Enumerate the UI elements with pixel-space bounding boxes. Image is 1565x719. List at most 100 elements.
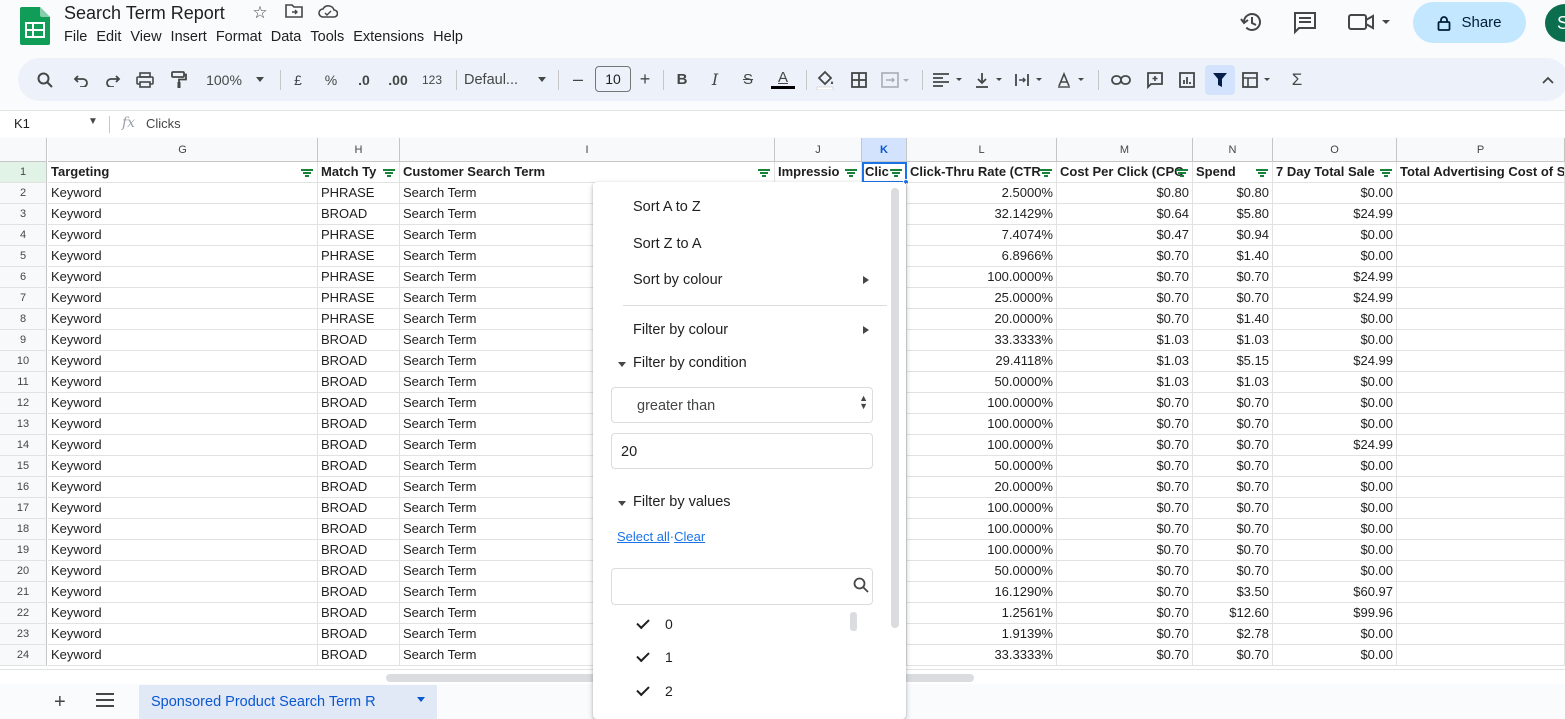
zoom-value[interactable]: 100%	[200, 58, 248, 101]
table-cell[interactable]: $24.99	[1273, 288, 1397, 309]
row-header[interactable]: 21	[0, 582, 47, 603]
column-header-j[interactable]: J	[775, 138, 862, 162]
paint-format-icon[interactable]	[166, 58, 192, 101]
table-cell[interactable]: BROAD	[318, 561, 400, 582]
star-icon[interactable]: ☆	[248, 3, 272, 23]
table-cell[interactable]: 100.0000%	[907, 519, 1057, 540]
table-cell[interactable]: $1.03	[1057, 351, 1193, 372]
table-cell[interactable]	[1397, 477, 1565, 498]
table-cell[interactable]: Keyword	[48, 414, 318, 435]
comments-icon[interactable]	[1291, 8, 1319, 36]
filter-icon[interactable]	[757, 167, 771, 179]
font-family-select[interactable]: Defaul...	[464, 58, 532, 101]
table-cell[interactable]: $0.64	[1057, 204, 1193, 225]
table-cell[interactable]: $3.50	[1193, 582, 1273, 603]
values-search-input[interactable]	[611, 568, 873, 605]
row-header[interactable]: 15	[0, 456, 47, 477]
collapse-condition-icon[interactable]	[618, 362, 626, 367]
functions-button[interactable]: Σ	[1284, 58, 1310, 101]
table-cell[interactable]: $0.70	[1057, 519, 1193, 540]
filter-by-condition[interactable]: Filter by condition	[633, 355, 747, 371]
select-all-link[interactable]: Select all	[617, 529, 670, 544]
table-cell[interactable]	[1397, 183, 1565, 204]
table-cell[interactable]: BROAD	[318, 519, 400, 540]
formula-input[interactable]: Clicks	[146, 116, 181, 131]
table-cell[interactable]: Keyword	[48, 561, 318, 582]
table-cell[interactable]: $0.70	[1193, 498, 1273, 519]
font-dropdown-icon[interactable]	[536, 58, 548, 101]
table-cell[interactable]	[1397, 267, 1565, 288]
table-cell[interactable]	[1397, 624, 1565, 645]
fill-color-icon[interactable]	[812, 58, 838, 101]
table-cell[interactable]: 100.0000%	[907, 435, 1057, 456]
column-header-h[interactable]: H	[318, 138, 400, 162]
table-cell[interactable]: PHRASE	[318, 225, 400, 246]
table-cell[interactable]	[1397, 225, 1565, 246]
add-sheet-button[interactable]: +	[54, 691, 66, 714]
table-cell[interactable]	[1397, 645, 1565, 666]
table-cell[interactable]: BROAD	[318, 603, 400, 624]
table-cell[interactable]: $0.47	[1057, 225, 1193, 246]
table-cell[interactable]: Keyword	[48, 288, 318, 309]
column-header-p[interactable]: P	[1397, 138, 1565, 162]
table-cell[interactable]: $0.70	[1193, 645, 1273, 666]
merge-cells-icon[interactable]	[878, 58, 914, 101]
row-header[interactable]: 2	[0, 183, 47, 204]
share-button[interactable]: Share	[1413, 2, 1526, 43]
collapse-toolbar-icon[interactable]	[1538, 58, 1558, 101]
row-header[interactable]: 23	[0, 624, 47, 645]
table-cell[interactable]: PHRASE	[318, 288, 400, 309]
table-cell[interactable]: BROAD	[318, 435, 400, 456]
name-box-dropdown-icon[interactable]: ▼	[88, 116, 98, 127]
table-cell[interactable]: $1.40	[1193, 246, 1273, 267]
print-icon[interactable]	[132, 58, 158, 101]
table-cell[interactable]	[1397, 414, 1565, 435]
zoom-dropdown-icon[interactable]	[254, 58, 266, 101]
collapse-values-icon[interactable]	[618, 501, 626, 506]
row-header[interactable]: 4	[0, 225, 47, 246]
table-cell[interactable]: Keyword	[48, 456, 318, 477]
table-cell[interactable]: BROAD	[318, 540, 400, 561]
table-cell[interactable]	[1397, 309, 1565, 330]
insert-link-icon[interactable]	[1108, 58, 1134, 101]
decrease-font-size-button[interactable]: –	[568, 58, 588, 101]
filter-icon[interactable]	[300, 167, 314, 179]
table-cell[interactable]: $0.70	[1193, 288, 1273, 309]
table-cell[interactable]	[1397, 456, 1565, 477]
row-header[interactable]: 9	[0, 330, 47, 351]
row-header[interactable]: 1	[0, 162, 47, 183]
filter-icon[interactable]	[1039, 167, 1053, 179]
font-size-input[interactable]: 10	[595, 66, 631, 92]
version-history-icon[interactable]	[1238, 8, 1266, 36]
sheet-tab[interactable]: Sponsored Product Search Term R	[139, 685, 437, 719]
create-filter-icon[interactable]	[1207, 58, 1233, 101]
column-header-k[interactable]: K	[862, 138, 907, 162]
table-cell[interactable]: $0.00	[1273, 477, 1397, 498]
horizontal-align-icon[interactable]	[930, 58, 966, 101]
table-cell[interactable]	[1397, 561, 1565, 582]
table-cell[interactable]: $1.03	[1193, 330, 1273, 351]
table-cell[interactable]: PHRASE	[318, 246, 400, 267]
clear-link[interactable]: Clear	[674, 529, 705, 544]
table-cell[interactable]: Keyword	[48, 645, 318, 666]
account-avatar[interactable]: S	[1545, 4, 1565, 42]
text-color-button[interactable]: A	[770, 58, 796, 101]
filter-icon[interactable]	[844, 167, 858, 179]
table-cell[interactable]: $0.00	[1273, 645, 1397, 666]
table-cell[interactable]: $0.70	[1057, 288, 1193, 309]
table-cell[interactable]: $1.40	[1193, 309, 1273, 330]
undo-icon[interactable]	[68, 58, 94, 101]
column-header-l[interactable]: L	[907, 138, 1057, 162]
row-header[interactable]: 11	[0, 372, 47, 393]
table-cell[interactable]: Keyword	[48, 351, 318, 372]
row-header[interactable]: 6	[0, 267, 47, 288]
row-header[interactable]: 5	[0, 246, 47, 267]
table-cell[interactable]: Keyword	[48, 225, 318, 246]
table-cell[interactable]	[1397, 540, 1565, 561]
menu-insert[interactable]: Insert	[171, 29, 212, 45]
table-cell[interactable]: 25.0000%	[907, 288, 1057, 309]
menu-format[interactable]: Format	[216, 29, 267, 45]
table-cell[interactable]: 1.9139%	[907, 624, 1057, 645]
table-cell[interactable]	[1397, 435, 1565, 456]
table-cell[interactable]: 7.4074%	[907, 225, 1057, 246]
